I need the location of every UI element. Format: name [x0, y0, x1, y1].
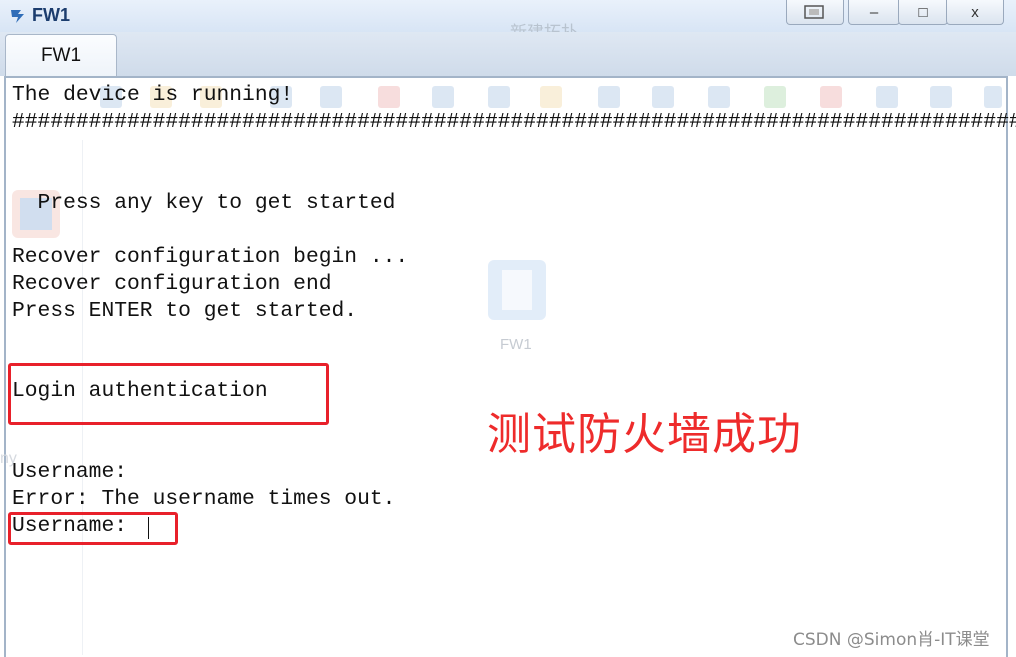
close-icon: x	[971, 3, 979, 21]
maximize-icon: □	[918, 3, 928, 21]
watermark: CSDN @Simon肖-IT课堂	[793, 630, 990, 650]
tab-strip	[0, 32, 1016, 76]
highlight-box-login	[8, 363, 329, 425]
console-output: The device is running! #################…	[12, 82, 1016, 538]
maximize-button[interactable]: □	[898, 0, 948, 25]
tab-fw1[interactable]: FW1	[5, 34, 117, 77]
minimize-button[interactable]: –	[848, 0, 900, 25]
restore-button[interactable]	[786, 0, 844, 25]
title-bar: FW1 新建拓扑 – □ x	[0, 0, 1016, 43]
console-line: Recover configuration begin ...	[12, 245, 409, 269]
console-line: Press any key to get started	[12, 191, 396, 215]
console-line: ########################################…	[12, 110, 1016, 134]
minimize-icon: –	[869, 3, 879, 21]
close-button[interactable]: x	[946, 0, 1004, 25]
background-firewall-icon	[488, 260, 546, 320]
highlight-box-username	[8, 512, 178, 545]
console-line: Recover configuration end	[12, 272, 332, 296]
window-title: FW1	[32, 5, 70, 25]
background-device-label: FW1	[500, 336, 532, 353]
console-line: The device is running!	[12, 83, 294, 107]
console-line: Press ENTER to get started.	[12, 299, 358, 323]
console-line: Username:	[12, 460, 128, 484]
restore-icon	[804, 5, 824, 19]
annotation-text: 测试防火墙成功	[487, 409, 802, 460]
app-icon	[11, 10, 24, 23]
console-line: Error: The username times out.	[12, 487, 396, 511]
